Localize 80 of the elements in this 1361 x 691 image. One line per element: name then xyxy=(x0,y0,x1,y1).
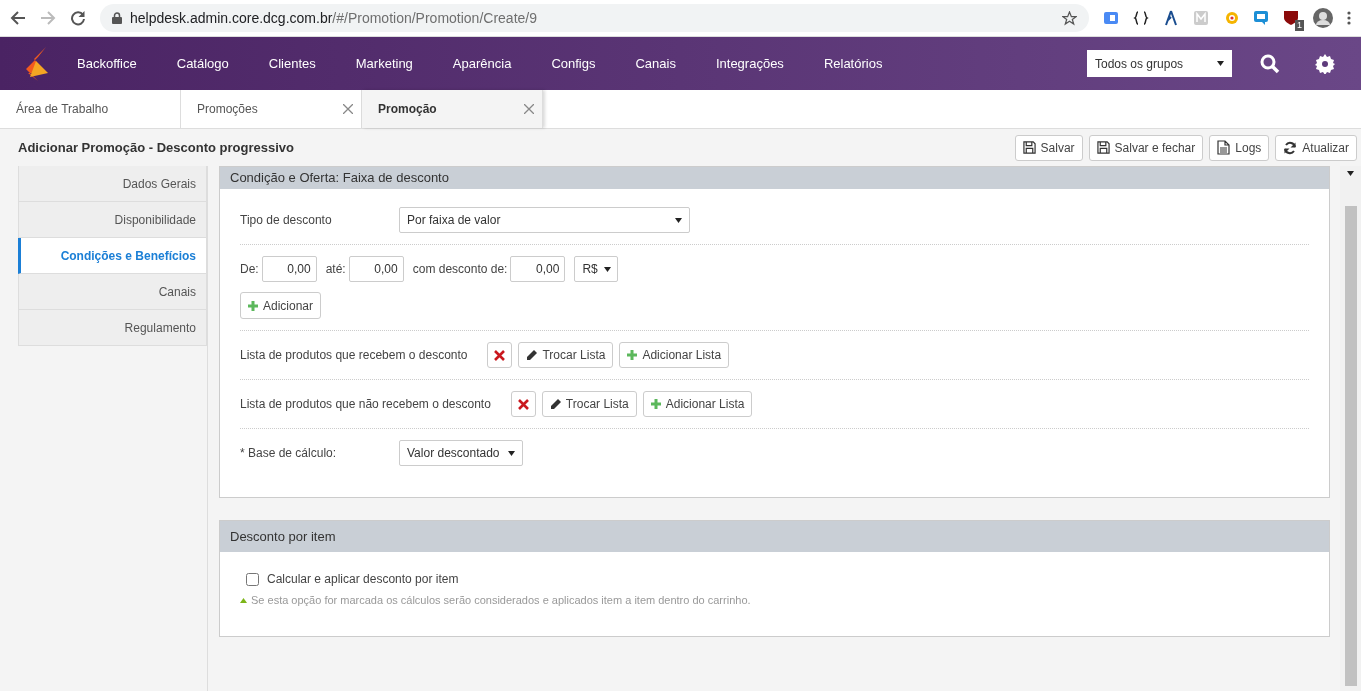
field-label: com desconto de: xyxy=(412,262,508,276)
list-label: Lista de produtos que não recebem o desconto xyxy=(240,397,491,411)
currency-select[interactable]: R$ xyxy=(574,256,619,282)
remove-icon xyxy=(517,398,529,410)
checkbox-label: Calcular e aplicar desconto por item xyxy=(267,572,459,586)
caret-icon xyxy=(1347,171,1354,176)
search-icon[interactable] xyxy=(1260,53,1280,74)
nav-link[interactable]: Aparência xyxy=(452,56,512,71)
caret-up-icon xyxy=(240,597,247,603)
discount-type-select[interactable]: Por faixa de valor xyxy=(399,207,690,233)
url-host: helpdesk.admin.core.dcg.com.br xyxy=(130,10,333,26)
sidebar-item[interactable]: Canais xyxy=(18,274,207,310)
add-button[interactable]: Adicionar xyxy=(240,292,322,319)
document-icon xyxy=(1217,140,1231,155)
caret-icon xyxy=(675,217,682,223)
group-select[interactable]: Todos os grupos xyxy=(1087,50,1232,77)
discount-input[interactable]: 0,00 xyxy=(510,256,566,282)
toolbar-button[interactable]: Salvar xyxy=(1014,134,1083,161)
badge: 1 xyxy=(1295,20,1304,31)
panel-title: Desconto por item xyxy=(220,521,1329,552)
refresh-icon xyxy=(1283,140,1298,155)
calculation-base-select[interactable]: Valor descontado xyxy=(399,440,523,466)
branch-icon[interactable] xyxy=(1163,10,1179,26)
plus-icon xyxy=(650,399,661,409)
shield-icon[interactable] xyxy=(1283,10,1299,26)
settings-icon[interactable] xyxy=(1315,53,1335,74)
reload-icon[interactable] xyxy=(70,10,86,26)
star-icon[interactable] xyxy=(1062,10,1077,26)
from-input[interactable]: 0,00 xyxy=(261,256,317,282)
to-input[interactable]: 0,00 xyxy=(348,256,404,282)
nav-link[interactable]: Relatórios xyxy=(823,56,883,71)
caret-icon xyxy=(1217,61,1224,66)
panel-title: Condição e Oferta: Faixa de desconto xyxy=(220,167,1329,189)
nav-link[interactable]: Backoffice xyxy=(77,56,137,71)
change-list-button[interactable]: Trocar Lista xyxy=(518,342,614,368)
extension-icon[interactable] xyxy=(1103,10,1119,26)
remove-button[interactable] xyxy=(510,391,536,417)
field-label: até: xyxy=(325,262,346,276)
remove-button[interactable] xyxy=(487,342,513,368)
sidebar-item[interactable]: Condições e Benefícios xyxy=(18,238,207,274)
nav-link[interactable]: Canais xyxy=(635,56,676,71)
add-list-button[interactable]: Adicionar Lista xyxy=(642,391,753,417)
field-label: * Base de cálculo: xyxy=(240,446,338,460)
caret-icon xyxy=(603,266,611,272)
pencil-icon xyxy=(549,398,561,410)
chat-icon[interactable] xyxy=(1253,10,1269,26)
page-title: Adicionar Promoção - Desconto progressivo xyxy=(18,140,294,155)
pencil-icon xyxy=(526,349,538,361)
nav-link[interactable]: Configs xyxy=(551,56,596,71)
caret-icon xyxy=(508,450,515,456)
toolbar-button[interactable]: Atualizar xyxy=(1275,134,1357,161)
close-icon[interactable] xyxy=(524,104,534,114)
hint-text: Se esta opção for marcada os cálculos serão considerados e aplicados item a item dentro do carrinho. xyxy=(251,594,751,606)
plus-icon xyxy=(627,350,638,360)
url-path: /#/Promotion/Promotion/Create/9 xyxy=(332,10,537,26)
nav-link[interactable]: Marketing xyxy=(355,56,413,71)
add-list-button[interactable]: Adicionar Lista xyxy=(619,342,730,368)
nav-link[interactable]: Catálogo xyxy=(176,56,229,71)
lock-icon xyxy=(112,12,122,24)
change-list-button[interactable]: Trocar Lista xyxy=(541,391,637,417)
address-bar[interactable]: helpdesk.admin.core.dcg.com.br/#/Promotion/Promotion/Create/9 xyxy=(100,4,1089,32)
avatar-icon[interactable] xyxy=(1313,8,1333,28)
menu-icon[interactable] xyxy=(1347,11,1351,25)
close-icon[interactable] xyxy=(343,104,353,114)
braces-icon[interactable] xyxy=(1133,10,1149,26)
toolbar-button[interactable]: Logs xyxy=(1209,134,1270,161)
back-arrow-icon[interactable] xyxy=(10,10,26,26)
plus-icon xyxy=(248,300,258,311)
field-label: Tipo de desconto xyxy=(240,213,333,227)
nav-link[interactable]: Clientes xyxy=(268,56,316,71)
sidebar-item[interactable]: Disponibilidade xyxy=(18,202,207,238)
sidebar-item[interactable]: Regulamento xyxy=(18,310,207,346)
tab[interactable]: Promoção xyxy=(362,90,543,128)
nav-link[interactable]: Integrações xyxy=(715,56,784,71)
list-label: Lista de produtos que recebem o desconto xyxy=(240,348,468,362)
remove-icon xyxy=(494,349,506,361)
checkbox[interactable] xyxy=(246,572,259,586)
sidebar-item[interactable]: Dados Gerais xyxy=(18,166,207,202)
toolbar-button[interactable]: Salvar e fechar xyxy=(1088,134,1204,161)
field-label: De: xyxy=(240,262,259,276)
